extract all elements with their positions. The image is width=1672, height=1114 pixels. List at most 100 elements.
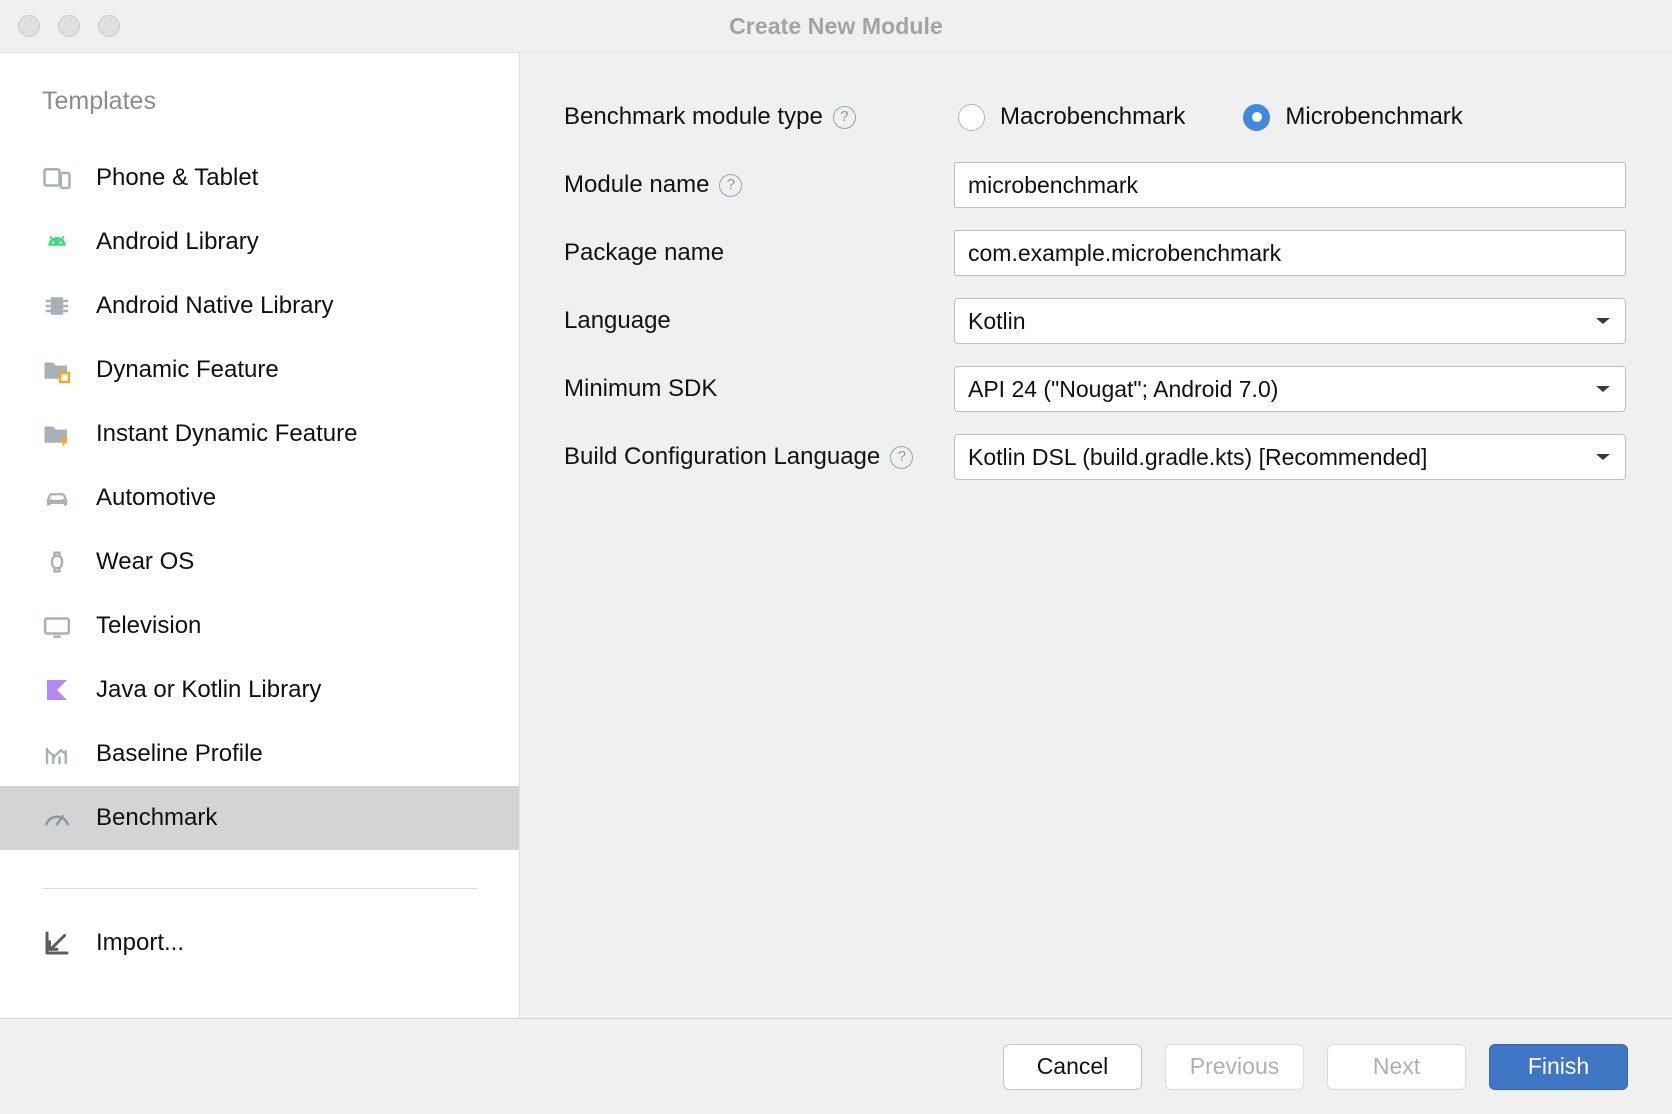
watch-icon xyxy=(42,547,72,577)
cancel-button[interactable]: Cancel xyxy=(1003,1044,1142,1090)
minimum-sdk-dropdown[interactable]: API 24 ("Nougat"; Android 7.0) xyxy=(954,366,1626,412)
television-icon xyxy=(42,611,72,641)
titlebar: Create New Module xyxy=(0,0,1672,53)
previous-button[interactable]: Previous xyxy=(1165,1044,1304,1090)
chevron-down-icon xyxy=(1594,315,1612,327)
package-name-label-group: Package name xyxy=(564,239,954,267)
sidebar-item-android-library[interactable]: Android Library xyxy=(0,210,519,274)
chevron-down-icon xyxy=(1594,451,1612,463)
sidebar-item-wear-os[interactable]: Wear OS xyxy=(0,530,519,594)
sidebar-item-label: Television xyxy=(96,612,201,640)
next-button[interactable]: Next xyxy=(1327,1044,1466,1090)
module-form-panel: Benchmark module type ? Macrobenchmark M… xyxy=(520,53,1672,1018)
radio-label: Microbenchmark xyxy=(1285,103,1462,131)
sidebar-item-instant-dynamic-feature[interactable]: Instant Dynamic Feature xyxy=(0,402,519,466)
package-name-input[interactable] xyxy=(954,230,1626,276)
window-title: Create New Module xyxy=(0,13,1672,40)
build-config-language-label-group: Build Configuration Language ? xyxy=(564,443,954,471)
module-name-control xyxy=(954,162,1626,208)
language-value: Kotlin xyxy=(968,308,1584,335)
radio-option-microbenchmark[interactable]: Microbenchmark xyxy=(1243,103,1462,131)
import-arrow-icon xyxy=(42,928,72,958)
sidebar-item-label: Baseline Profile xyxy=(96,740,263,768)
field-module-name: Module name ? xyxy=(564,161,1626,209)
folder-module-icon xyxy=(42,355,72,385)
module-name-label-group: Module name ? xyxy=(564,171,954,199)
sidebar-item-label: Android Library xyxy=(96,228,259,256)
package-name-label: Package name xyxy=(564,239,724,267)
phone-tablet-icon xyxy=(42,163,72,193)
minimum-sdk-value: API 24 ("Nougat"; Android 7.0) xyxy=(968,376,1584,403)
car-icon xyxy=(42,483,72,513)
sidebar-item-java-or-kotlin-library[interactable]: Java or Kotlin Library xyxy=(0,658,519,722)
radio-microbenchmark[interactable] xyxy=(1243,104,1270,131)
radio-option-macrobenchmark[interactable]: Macrobenchmark xyxy=(958,103,1185,131)
build-config-language-value: Kotlin DSL (build.gradle.kts) [Recommend… xyxy=(968,444,1584,471)
android-icon xyxy=(42,227,72,257)
sidebar-item-television[interactable]: Television xyxy=(0,594,519,658)
help-icon[interactable]: ? xyxy=(719,174,742,197)
language-control: Kotlin xyxy=(954,298,1626,344)
sidebar-item-label: Instant Dynamic Feature xyxy=(96,420,357,448)
benchmark-module-type-control: Macrobenchmark Microbenchmark xyxy=(954,103,1626,131)
field-minimum-sdk: Minimum SDK API 24 ("Nougat"; Android 7.… xyxy=(564,365,1626,413)
close-button[interactable] xyxy=(18,15,40,37)
language-dropdown[interactable]: Kotlin xyxy=(954,298,1626,344)
baseline-profile-icon xyxy=(42,739,72,769)
dialog-body: Templates Phone & Tablet Android Library xyxy=(0,53,1672,1018)
minimum-sdk-label: Minimum SDK xyxy=(564,375,717,403)
help-icon[interactable]: ? xyxy=(833,106,856,129)
minimize-button[interactable] xyxy=(58,15,80,37)
field-build-configuration-language: Build Configuration Language ? Kotlin DS… xyxy=(564,433,1626,481)
templates-heading: Templates xyxy=(0,87,519,116)
maximize-button[interactable] xyxy=(98,15,120,37)
sidebar-item-benchmark[interactable]: Benchmark xyxy=(0,786,519,850)
minimum-sdk-label-group: Minimum SDK xyxy=(564,375,954,403)
import-label: Import... xyxy=(96,929,184,957)
template-list: Phone & Tablet Android Library Android N… xyxy=(0,146,519,850)
sidebar-item-label: Phone & Tablet xyxy=(96,164,258,192)
build-config-language-label: Build Configuration Language xyxy=(564,443,880,471)
dialog-footer: Cancel Previous Next Finish xyxy=(0,1018,1672,1114)
benchmark-module-type-label: Benchmark module type xyxy=(564,103,823,131)
benchmark-module-type-radio-group: Macrobenchmark Microbenchmark xyxy=(954,103,1463,131)
sidebar-item-label: Dynamic Feature xyxy=(96,356,279,384)
benchmark-gauge-icon xyxy=(42,803,72,833)
sidebar-divider xyxy=(42,888,477,889)
create-new-module-dialog: Create New Module Templates Phone & Tabl… xyxy=(0,0,1672,1114)
module-name-label: Module name xyxy=(564,171,709,199)
language-label-group: Language xyxy=(564,307,954,335)
chip-icon xyxy=(42,291,72,321)
build-config-language-control: Kotlin DSL (build.gradle.kts) [Recommend… xyxy=(954,434,1626,480)
sidebar-item-label: Java or Kotlin Library xyxy=(96,676,321,704)
help-icon[interactable]: ? xyxy=(890,446,913,469)
package-name-control xyxy=(954,230,1626,276)
window-controls xyxy=(18,0,120,52)
sidebar-item-automotive[interactable]: Automotive xyxy=(0,466,519,530)
language-label: Language xyxy=(564,307,671,335)
module-name-input[interactable] xyxy=(954,162,1626,208)
finish-button[interactable]: Finish xyxy=(1489,1044,1628,1090)
module-form: Benchmark module type ? Macrobenchmark M… xyxy=(520,53,1672,1018)
field-package-name: Package name xyxy=(564,229,1626,277)
sidebar-item-label: Wear OS xyxy=(96,548,194,576)
field-benchmark-module-type: Benchmark module type ? Macrobenchmark M… xyxy=(564,93,1626,141)
kotlin-icon xyxy=(42,675,72,705)
build-config-language-dropdown[interactable]: Kotlin DSL (build.gradle.kts) [Recommend… xyxy=(954,434,1626,480)
folder-instant-icon xyxy=(42,419,72,449)
sidebar-item-baseline-profile[interactable]: Baseline Profile xyxy=(0,722,519,786)
sidebar-item-android-native-library[interactable]: Android Native Library xyxy=(0,274,519,338)
sidebar-item-label: Android Native Library xyxy=(96,292,333,320)
chevron-down-icon xyxy=(1594,383,1612,395)
sidebar-item-dynamic-feature[interactable]: Dynamic Feature xyxy=(0,338,519,402)
field-language: Language Kotlin xyxy=(564,297,1626,345)
sidebar-item-import[interactable]: Import... xyxy=(0,911,519,975)
minimum-sdk-control: API 24 ("Nougat"; Android 7.0) xyxy=(954,366,1626,412)
sidebar-item-label: Benchmark xyxy=(96,804,217,832)
benchmark-module-type-label-group: Benchmark module type ? xyxy=(564,103,954,131)
templates-sidebar: Templates Phone & Tablet Android Library xyxy=(0,53,520,1018)
radio-macrobenchmark[interactable] xyxy=(958,104,985,131)
radio-label: Macrobenchmark xyxy=(1000,103,1185,131)
sidebar-item-label: Automotive xyxy=(96,484,216,512)
sidebar-item-phone-tablet[interactable]: Phone & Tablet xyxy=(0,146,519,210)
